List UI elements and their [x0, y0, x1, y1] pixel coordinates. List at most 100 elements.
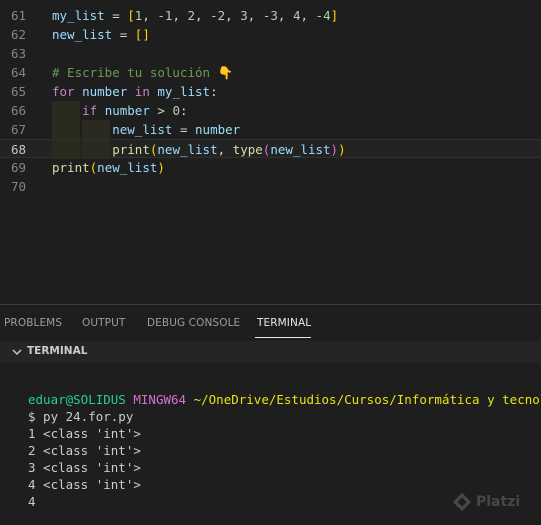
- code-token: =: [112, 27, 135, 42]
- code-token: [: [127, 8, 135, 23]
- code-token: >: [149, 103, 173, 118]
- code-token: ,: [172, 8, 188, 23]
- code-token: 3: [240, 8, 248, 23]
- code-token: my_list: [52, 8, 105, 23]
- line-number: 67: [10, 122, 26, 137]
- line-number: 68: [10, 142, 26, 157]
- code-line[interactable]: 62 new_list = []: [0, 25, 541, 44]
- code-token: ]: [330, 8, 339, 23]
- line-number: 63: [10, 46, 26, 61]
- code-token: print: [52, 160, 90, 175]
- code-token: type: [232, 142, 263, 157]
- prompt-path: ~/OneDrive/Estudios/Cursos/Informática y…: [193, 392, 541, 407]
- code-text: new_list = []: [52, 25, 150, 44]
- code-token: my_list: [157, 84, 211, 99]
- watermark-text: Platzi: [476, 494, 521, 510]
- code-token: ,: [247, 8, 263, 23]
- code-text: # Escribe tu solución 👇: [52, 63, 233, 82]
- code-line[interactable]: 64 # Escribe tu solución 👇: [0, 63, 541, 82]
- code-token: =: [104, 8, 128, 23]
- line-number: 62: [10, 27, 26, 42]
- code-token: number: [104, 103, 150, 118]
- terminal-output-line: 3 <class 'int'>: [28, 460, 141, 475]
- code-token: ,: [217, 142, 233, 157]
- code-token: =: [172, 122, 196, 137]
- code-token: :: [210, 84, 218, 99]
- code-line[interactable]: 67 new_list = number: [0, 120, 541, 139]
- platzi-watermark: Platzi: [452, 486, 541, 520]
- code-token: new_list: [270, 142, 331, 157]
- tab-output[interactable]: OUTPUT: [82, 317, 125, 329]
- line-number: 66: [10, 103, 26, 118]
- terminal-output-line: 4 <class 'int'>: [28, 477, 141, 492]
- code-editor[interactable]: 61 my_list = [1, -1, 2, -2, 3, -3, 4, -4]…: [0, 0, 541, 304]
- code-line[interactable]: 63: [0, 44, 541, 63]
- code-token: new_list: [97, 160, 158, 175]
- active-tab-indicator: [255, 337, 311, 338]
- prompt-user: eduar@SOLIDUS: [28, 392, 126, 407]
- line-number: 64: [10, 65, 26, 80]
- tab-terminal[interactable]: TERMINAL: [257, 317, 311, 329]
- code-token: -2: [210, 8, 226, 23]
- terminal-output-line: 1 <class 'int'>: [28, 426, 141, 441]
- code-text: my_list = [1, -1, 2, -2, 3, -3, 4, -4]: [52, 6, 338, 25]
- code-text: for number in my_list:: [52, 82, 218, 101]
- code-token: -4: [315, 8, 331, 23]
- terminal-prompt-line: eduar@SOLIDUS MINGW64 ~/OneDrive/Estudio…: [28, 391, 541, 408]
- code-token: number: [82, 84, 128, 99]
- code-token: new_list: [112, 122, 173, 137]
- code-token: for: [52, 84, 75, 99]
- line-number: 65: [10, 84, 26, 99]
- code-text: if number > 0:: [52, 101, 188, 120]
- code-token: number: [195, 122, 241, 137]
- code-token: new_list: [52, 27, 113, 42]
- line-number: 69: [10, 160, 26, 175]
- panel-tabs: PROBLEMS OUTPUT DEBUG CONSOLE TERMINAL: [0, 305, 541, 341]
- code-token: ,: [225, 8, 241, 23]
- code-token: new_list: [157, 142, 218, 157]
- line-number: 61: [10, 8, 26, 23]
- code-token: 2: [187, 8, 196, 23]
- code-line[interactable]: 68 print(new_list, type(new_list)): [0, 139, 541, 159]
- code-token: -1: [157, 8, 173, 23]
- tab-debug-console[interactable]: DEBUG CONSOLE: [147, 317, 240, 329]
- code-token: print: [112, 142, 150, 157]
- code-line[interactable]: 70: [0, 177, 541, 196]
- chevron-down-icon[interactable]: [10, 345, 24, 359]
- tab-problems[interactable]: PROBLEMS: [4, 317, 62, 329]
- code-token: -3: [262, 8, 278, 23]
- code-token: in: [134, 84, 150, 99]
- code-text: new_list = number: [52, 120, 240, 139]
- code-token: ,: [277, 8, 293, 23]
- code-token: # Escribe tu solución 👇: [52, 65, 234, 80]
- code-token: []: [134, 27, 150, 42]
- terminal-section-header[interactable]: TERMINAL: [0, 341, 541, 363]
- terminal-output-line: 4: [28, 494, 36, 509]
- section-title: TERMINAL: [27, 345, 88, 357]
- code-token: :: [179, 103, 188, 118]
- code-line[interactable]: 66 if number > 0:: [0, 101, 541, 120]
- code-line[interactable]: 65 for number in my_list:: [0, 82, 541, 101]
- code-text: print(new_list, type(new_list)): [52, 140, 346, 159]
- code-token: ,: [195, 8, 211, 23]
- code-line[interactable]: 61 my_list = [1, -1, 2, -2, 3, -3, 4, -4]: [0, 6, 541, 25]
- code-token: ,: [142, 8, 158, 23]
- code-text: print(new_list): [52, 158, 165, 177]
- line-number: 70: [10, 179, 26, 194]
- code-token: ): [338, 142, 346, 157]
- code-token: if: [82, 103, 98, 118]
- code-token: ): [330, 142, 339, 157]
- code-token: ): [157, 160, 165, 175]
- code-line[interactable]: 69 print(new_list): [0, 158, 541, 177]
- code-token: ,: [300, 8, 316, 23]
- code-token: 0: [172, 103, 180, 118]
- prompt-env: MINGW64: [133, 392, 187, 407]
- terminal-output-line: 2 <class 'int'>: [28, 443, 141, 458]
- platzi-logo-icon: [452, 492, 472, 512]
